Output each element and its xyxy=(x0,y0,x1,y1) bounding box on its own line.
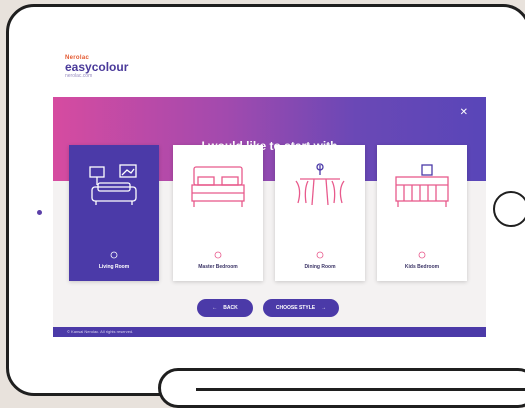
brand-logo[interactable]: Nerolac easycolour nerolac.com xyxy=(65,55,128,79)
arrow-right-icon: → xyxy=(321,305,327,311)
choose-style-label: CHOOSE STYLE xyxy=(275,305,316,311)
room-card-living-room[interactable]: Living Room xyxy=(69,145,159,281)
footer: © Kansai Nerolac. All rights reserved. xyxy=(53,327,486,373)
choose-style-button[interactable]: CHOOSE STYLE → xyxy=(263,299,339,317)
logo-line2: easycolour xyxy=(65,60,129,74)
app-screen: Nerolac easycolour nerolac.com ✕ I would… xyxy=(53,43,486,373)
room-mini-icon xyxy=(214,251,222,259)
living-room-icon xyxy=(89,164,137,205)
card-label: Living Room xyxy=(98,264,130,270)
bed-icon xyxy=(191,166,245,207)
room-card-master-bedroom[interactable]: Master Bedroom xyxy=(173,145,263,281)
room-mini-icon xyxy=(110,251,118,259)
card-label: Master Bedroom xyxy=(198,264,238,270)
room-card-kids-bedroom[interactable]: Kids Bedroom xyxy=(377,145,467,281)
kids-bed-icon xyxy=(395,164,449,207)
tablet-frame: Nerolac easycolour nerolac.com ✕ I would… xyxy=(6,4,525,396)
copyright-text: © Kansai Nerolac. All rights reserved. xyxy=(67,329,134,334)
card-label: Dining Room xyxy=(304,264,336,270)
header: Nerolac easycolour nerolac.com xyxy=(53,43,486,97)
arrow-left-icon: ← xyxy=(212,305,218,311)
dining-icon xyxy=(295,163,345,206)
bottom-divider xyxy=(196,388,525,391)
room-card-dining-room[interactable]: Dining Room xyxy=(275,145,365,281)
close-icon[interactable]: ✕ xyxy=(460,107,468,118)
back-button[interactable]: ← BACK xyxy=(197,299,253,317)
home-button[interactable] xyxy=(493,191,525,227)
logo-line3: nerolac.com xyxy=(65,73,93,79)
room-mini-icon xyxy=(418,251,426,259)
card-label: Kids Bedroom xyxy=(404,264,440,270)
camera-dot xyxy=(37,210,42,215)
footer-bar: © Kansai Nerolac. All rights reserved. xyxy=(53,327,486,337)
room-mini-icon xyxy=(316,251,324,259)
back-button-label: BACK xyxy=(223,305,238,311)
